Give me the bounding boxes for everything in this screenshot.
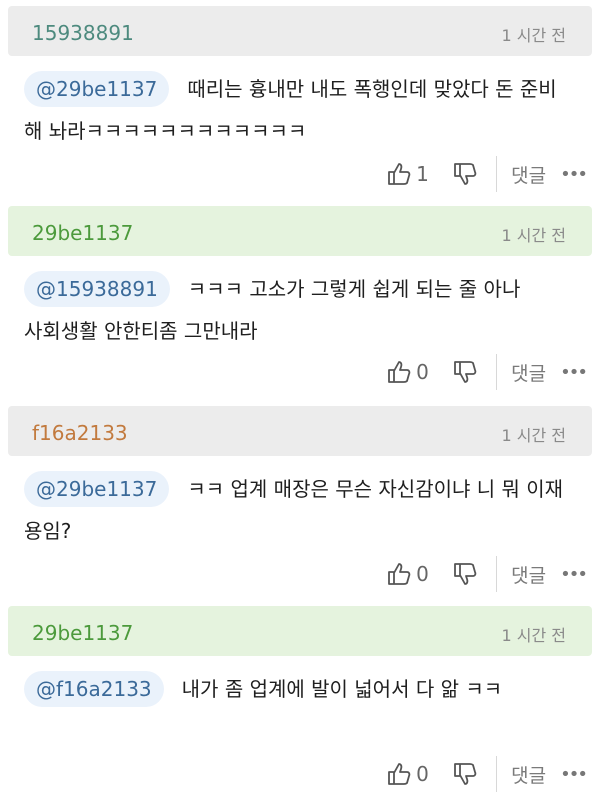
dislike-button[interactable] [452,161,478,187]
reply-button[interactable]: 댓글 [511,161,546,188]
comment-text-line: 해 놔라ㅋㅋㅋㅋㅋㅋㅋㅋㅋㅋㅋㅋ [24,119,307,143]
like-count: 0 [416,762,429,786]
dislike-button[interactable] [452,561,478,587]
thumbs-up-icon [386,161,412,187]
comment-body: @f16a2133 내가 좀 업계에 발이 넓어서 다 앎 ㅋㅋ [0,656,600,710]
like-button[interactable]: 0 [386,761,432,787]
comment-actions: 0 댓글 ••• [386,752,588,796]
comment-actions: 1 댓글 ••• [386,152,588,196]
thumbs-up-icon [386,359,412,385]
comment-username[interactable]: 29be1137 [32,221,133,245]
comment-text-line: 내가 좀 업계에 발이 넓어서 다 앎 ㅋㅋ [181,677,503,701]
more-options-icon[interactable]: ••• [560,362,588,383]
thumbs-up-icon [386,561,412,587]
dislike-button[interactable] [452,761,478,787]
comment-header: 29be1137 1 시간 전 [8,606,592,656]
reply-button[interactable]: 댓글 [511,561,546,588]
mention-tag[interactable]: @f16a2133 [24,671,164,707]
divider [496,156,498,192]
divider [496,556,498,592]
comment-timestamp: 1 시간 전 [501,226,566,245]
comment-timestamp: 1 시간 전 [501,626,566,645]
comment-header: f16a2133 1 시간 전 [8,406,592,456]
like-count: 0 [416,360,429,384]
comment-header: 15938891 1 시간 전 [8,6,592,56]
comment-body: @29be1137 때리는 흉내만 내도 폭행인데 맞았다 돈 준비 해 놔라ㅋㅋ… [0,56,600,152]
comment-text-line: ㅋㅋㅋ 고소가 그렇게 쉽게 되는 줄 아나 [187,277,521,301]
comment-username[interactable]: 15938891 [32,21,134,45]
comment-header: 29be1137 1 시간 전 [8,206,592,256]
comment-text-line: ㅋㅋ 업계 매장은 무슨 자신감이냐 니 뭐 이재 [187,477,564,501]
comment: f16a2133 1 시간 전 @29be1137 ㅋㅋ 업계 매장은 무슨 자신… [0,406,600,606]
more-options-icon[interactable]: ••• [560,564,588,585]
reply-button[interactable]: 댓글 [511,761,546,788]
comment: 29be1137 1 시간 전 @f16a2133 내가 좀 업계에 발이 넓어서… [0,606,600,800]
thumbs-down-icon [452,161,478,187]
comment-username[interactable]: f16a2133 [32,421,128,445]
like-button[interactable]: 1 [386,161,432,187]
comment-body: @29be1137 ㅋㅋ 업계 매장은 무슨 자신감이냐 니 뭐 이재 용임? [0,456,600,552]
dislike-button[interactable] [452,359,478,385]
divider [496,354,498,390]
comment-text-line: 사회생활 안한티좀 그만내라 [24,319,258,343]
thumbs-down-icon [452,359,478,385]
mention-tag[interactable]: @29be1137 [24,71,170,107]
like-button[interactable]: 0 [386,561,432,587]
like-count: 0 [416,562,429,586]
more-options-icon[interactable]: ••• [560,164,588,185]
comment-text-line: 때리는 흉내만 내도 폭행인데 맞았다 돈 준비 [187,77,557,101]
comment: 15938891 1 시간 전 @29be1137 때리는 흉내만 내도 폭행인데… [0,6,600,206]
more-options-icon[interactable]: ••• [560,764,588,785]
reply-button[interactable]: 댓글 [511,359,546,386]
thumbs-down-icon [452,761,478,787]
comment-username[interactable]: 29be1137 [32,621,133,645]
mention-tag[interactable]: @29be1137 [24,471,170,507]
thumbs-up-icon [386,761,412,787]
comment-actions: 0 댓글 ••• [386,552,588,596]
comment-timestamp: 1 시간 전 [501,26,566,45]
comment-actions: 0 댓글 ••• [386,350,588,394]
like-button[interactable]: 0 [386,359,432,385]
like-count: 1 [416,162,429,186]
divider [496,756,498,792]
comment: 29be1137 1 시간 전 @15938891 ㅋㅋㅋ 고소가 그렇게 쉽게 … [0,206,600,406]
mention-tag[interactable]: @15938891 [24,271,170,307]
comment-timestamp: 1 시간 전 [501,426,566,445]
comment-text-line: 용임? [24,519,72,543]
comment-body: @15938891 ㅋㅋㅋ 고소가 그렇게 쉽게 되는 줄 아나 사회생활 안한티… [0,256,600,352]
thumbs-down-icon [452,561,478,587]
